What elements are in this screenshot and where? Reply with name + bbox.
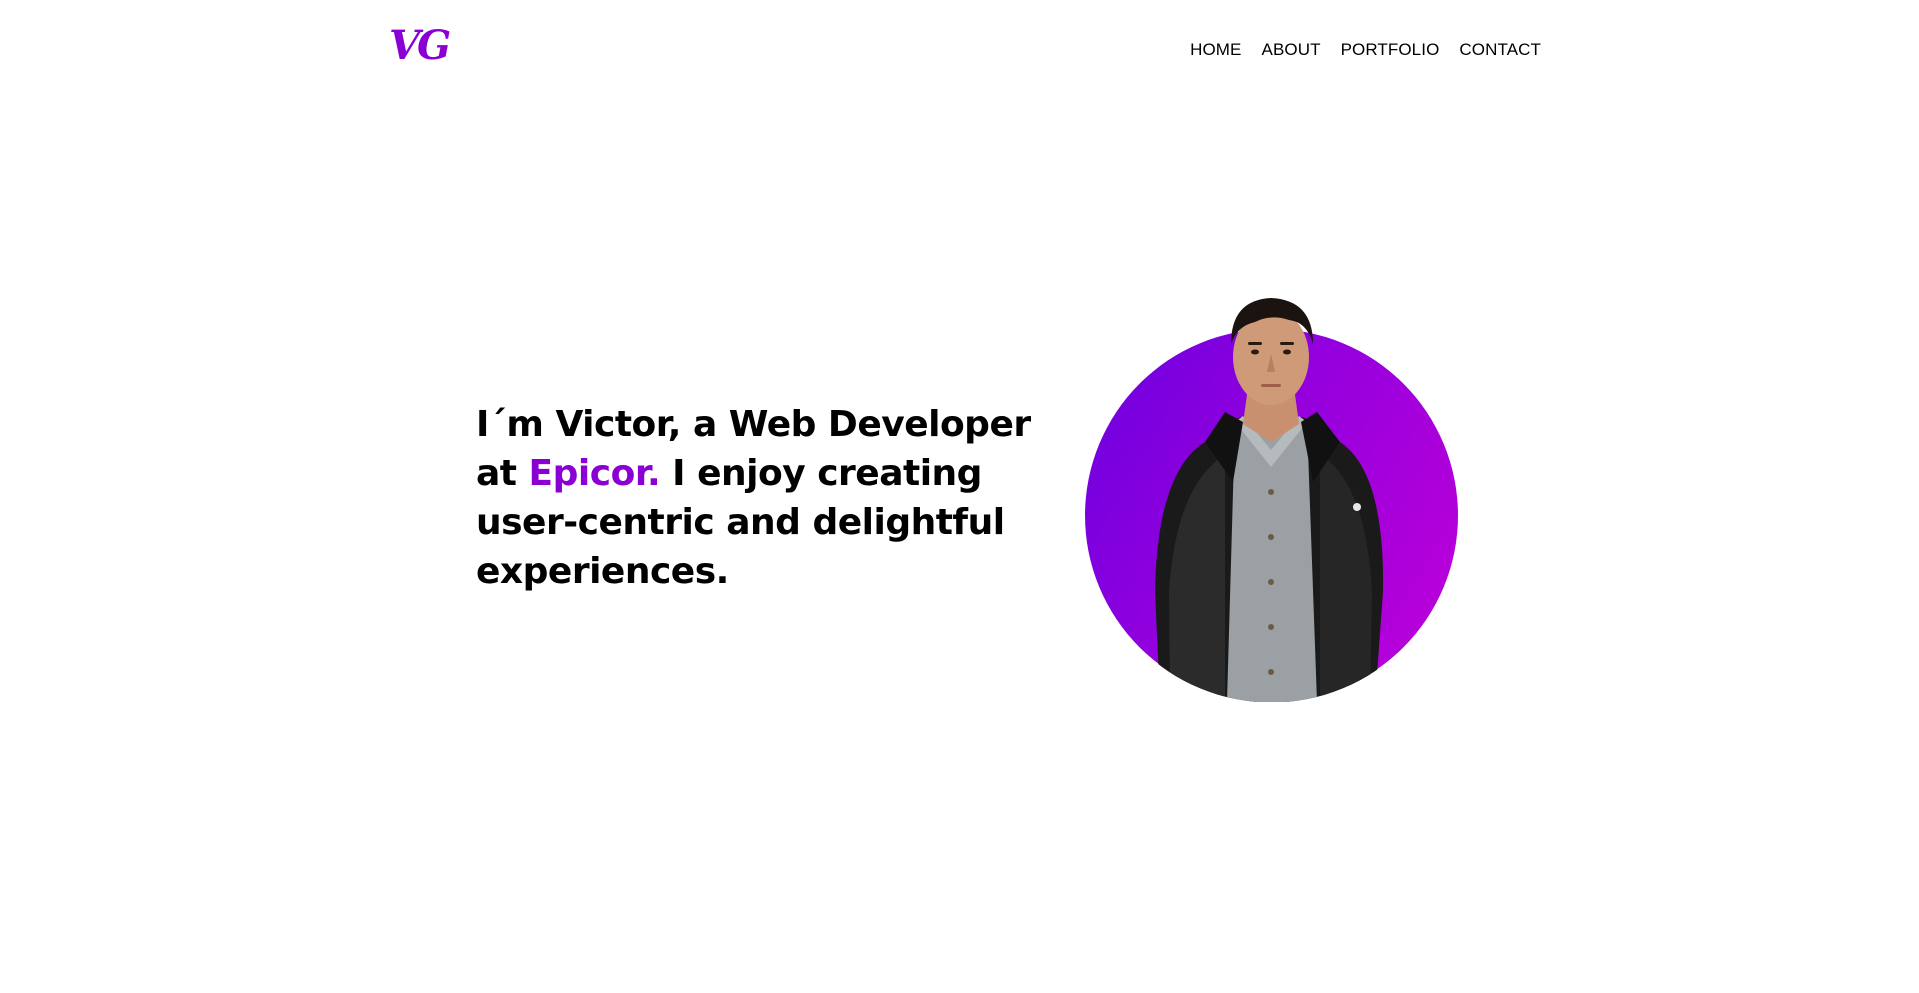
nav-home-link[interactable]: HOME (1190, 40, 1241, 60)
nav-about-link[interactable]: ABOUT (1262, 40, 1321, 60)
main-nav: HOME ABOUT PORTFOLIO CONTACT (1190, 40, 1541, 60)
nav-contact-link[interactable]: CONTACT (1459, 40, 1541, 60)
hero-headline: I´m Victor, a Web Developer at Epicor. I… (476, 400, 1056, 596)
logo[interactable]: VG (389, 26, 451, 66)
profile-photo-icon (1155, 298, 1384, 702)
site-header: VG HOME ABOUT PORTFOLIO CONTACT (0, 0, 1919, 100)
profile-portrait (1085, 292, 1458, 702)
company-highlight: Epicor. (528, 453, 661, 494)
nav-portfolio-link[interactable]: PORTFOLIO (1341, 40, 1440, 60)
